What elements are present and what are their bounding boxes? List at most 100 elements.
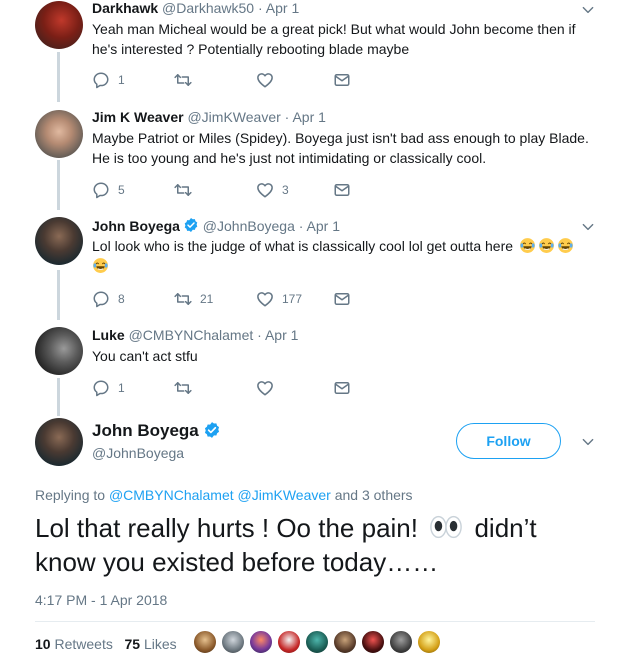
avatar[interactable] xyxy=(35,327,83,375)
retweet-button[interactable] xyxy=(174,379,200,397)
mention-link[interactable]: @JimKWeaver xyxy=(238,487,331,503)
main-tweet-text: Lol that really hurts ! Oo the pain! did… xyxy=(35,511,595,579)
author-handle[interactable]: @Darkhawk50 xyxy=(162,0,254,16)
liker-avatar[interactable] xyxy=(277,630,301,654)
liker-avatar[interactable] xyxy=(193,630,217,654)
reply-button[interactable]: 8 xyxy=(92,290,125,308)
tweet-text-line: You can't act stfu xyxy=(92,348,198,364)
author-handle[interactable]: @JimKWeaver xyxy=(187,109,280,125)
envelope-icon xyxy=(333,71,351,89)
liker-avatar[interactable] xyxy=(333,630,357,654)
verified-badge-icon xyxy=(203,421,221,439)
like-button[interactable] xyxy=(256,71,282,89)
liker-avatar[interactable] xyxy=(305,630,329,654)
like-button[interactable] xyxy=(256,379,282,397)
reply-count: 1 xyxy=(118,73,125,87)
reply-button[interactable]: 5 xyxy=(92,181,125,199)
like-button[interactable]: 3 xyxy=(256,181,289,199)
divider xyxy=(35,621,595,622)
author-handle[interactable]: @CMBYNChalamet xyxy=(129,327,254,343)
replying-suffix[interactable]: and 3 others xyxy=(335,487,413,503)
dm-button[interactable] xyxy=(333,379,351,397)
chevron-down-icon[interactable] xyxy=(581,435,595,449)
tears-of-joy-emoji xyxy=(92,257,109,274)
liker-avatar[interactable] xyxy=(417,630,441,654)
tweet-text-line: Maybe Patriot or Miles (Spidey). Boyega … xyxy=(92,130,589,146)
tweet-timestamp[interactable]: 4:17 PM - 1 Apr 2018 xyxy=(35,592,167,608)
author-name[interactable]: John Boyega xyxy=(92,218,180,234)
reply-tweet[interactable]: Darkhawk @Darkhawk50 · Apr 1 Yeah man Mi… xyxy=(0,0,627,100)
eyes-emoji xyxy=(429,515,463,539)
tears-of-joy-emoji xyxy=(557,237,574,254)
tears-of-joy-emoji xyxy=(519,237,536,254)
main-author-name[interactable]: John Boyega xyxy=(92,421,221,441)
chevron-down-icon[interactable] xyxy=(581,3,595,17)
verified-badge-icon xyxy=(183,217,199,233)
separator: · xyxy=(257,327,262,343)
follow-button[interactable]: Follow xyxy=(456,423,561,459)
avatar[interactable] xyxy=(35,418,83,466)
tweet-text-line: Yeah man Micheal would be a great pick! … xyxy=(92,21,576,37)
tweet-date[interactable]: Apr 1 xyxy=(307,218,340,234)
tweet-text: Lol look who is the judge of what is cla… xyxy=(92,236,592,276)
reply-button[interactable]: 1 xyxy=(92,379,125,397)
liker-avatar[interactable] xyxy=(249,630,273,654)
tweet-date[interactable]: Apr 1 xyxy=(292,109,325,125)
retweet-count: 21 xyxy=(200,292,214,306)
reply-tweet[interactable]: Jim K Weaver @JimKWeaver · Apr 1 Maybe P… xyxy=(0,108,627,208)
retweet-icon xyxy=(174,290,192,308)
retweet-button[interactable] xyxy=(174,181,200,199)
retweet-button[interactable] xyxy=(174,71,200,89)
heart-icon xyxy=(256,71,274,89)
tweet-text-part: didn’t xyxy=(474,513,537,543)
retweets-count: 10 xyxy=(35,636,51,652)
heart-icon xyxy=(256,379,274,397)
retweets-stat[interactable]: 10 Retweets xyxy=(35,636,113,652)
dm-button[interactable] xyxy=(333,290,351,308)
author-name[interactable]: Jim K Weaver xyxy=(92,109,184,125)
tweet-text-line: Lol look who is the judge of what is cla… xyxy=(92,238,514,254)
reply-button[interactable]: 1 xyxy=(92,71,125,89)
tweet-date[interactable]: Apr 1 xyxy=(266,0,299,16)
reply-tweet[interactable]: John Boyega @JohnBoyega · Apr 1 Lol look… xyxy=(0,216,627,316)
tweet-text: Maybe Patriot or Miles (Spidey). Boyega … xyxy=(92,128,592,168)
like-button[interactable]: 177 xyxy=(256,290,302,308)
reply-count: 8 xyxy=(118,292,125,306)
reply-icon xyxy=(92,181,110,199)
author-name[interactable]: Darkhawk xyxy=(92,0,158,16)
reply-count: 5 xyxy=(118,183,125,197)
author-name[interactable]: John Boyega xyxy=(92,421,199,440)
tweet-date[interactable]: Apr 1 xyxy=(265,327,298,343)
author-handle[interactable]: @JohnBoyega xyxy=(203,218,295,234)
tweet-text-part: Lol that really hurts ! Oo the pain! xyxy=(35,513,418,543)
replying-to: Replying to @CMBYNChalamet @JimKWeaver a… xyxy=(35,487,413,503)
tweet-actions: 1 xyxy=(92,71,392,89)
retweet-icon xyxy=(174,181,192,199)
dm-button[interactable] xyxy=(333,181,351,199)
reply-tweet[interactable]: Luke @CMBYNChalamet · Apr 1 You can't ac… xyxy=(0,326,627,406)
tweet-actions: 1 xyxy=(92,379,392,397)
liker-avatar[interactable] xyxy=(389,630,413,654)
tweet-text: Yeah man Micheal would be a great pick! … xyxy=(92,19,592,59)
tweet-text-line: He is too young and he's just not intimi… xyxy=(92,150,487,166)
author-handle[interactable]: @JohnBoyega xyxy=(92,445,184,461)
liker-avatar[interactable] xyxy=(221,630,245,654)
avatar[interactable] xyxy=(35,217,83,265)
tears-of-joy-emoji xyxy=(538,237,555,254)
liker-avatar[interactable] xyxy=(361,630,385,654)
retweet-button[interactable]: 21 xyxy=(174,290,213,308)
chevron-down-icon[interactable] xyxy=(581,220,595,234)
heart-icon xyxy=(256,181,274,199)
dm-button[interactable] xyxy=(333,71,351,89)
avatar[interactable] xyxy=(35,110,83,158)
tweet-text: You can't act stfu xyxy=(92,346,592,366)
avatar[interactable] xyxy=(35,1,83,49)
separator: · xyxy=(257,0,263,16)
like-count: 177 xyxy=(282,292,303,306)
mention-link[interactable]: @CMBYNChalamet xyxy=(109,487,234,503)
author-name[interactable]: Luke xyxy=(92,327,125,343)
like-count: 3 xyxy=(282,183,289,197)
tweet-text-line: know you existed before today…… xyxy=(35,547,439,577)
likes-stat[interactable]: 75 Likes xyxy=(125,636,177,652)
envelope-icon xyxy=(333,290,351,308)
